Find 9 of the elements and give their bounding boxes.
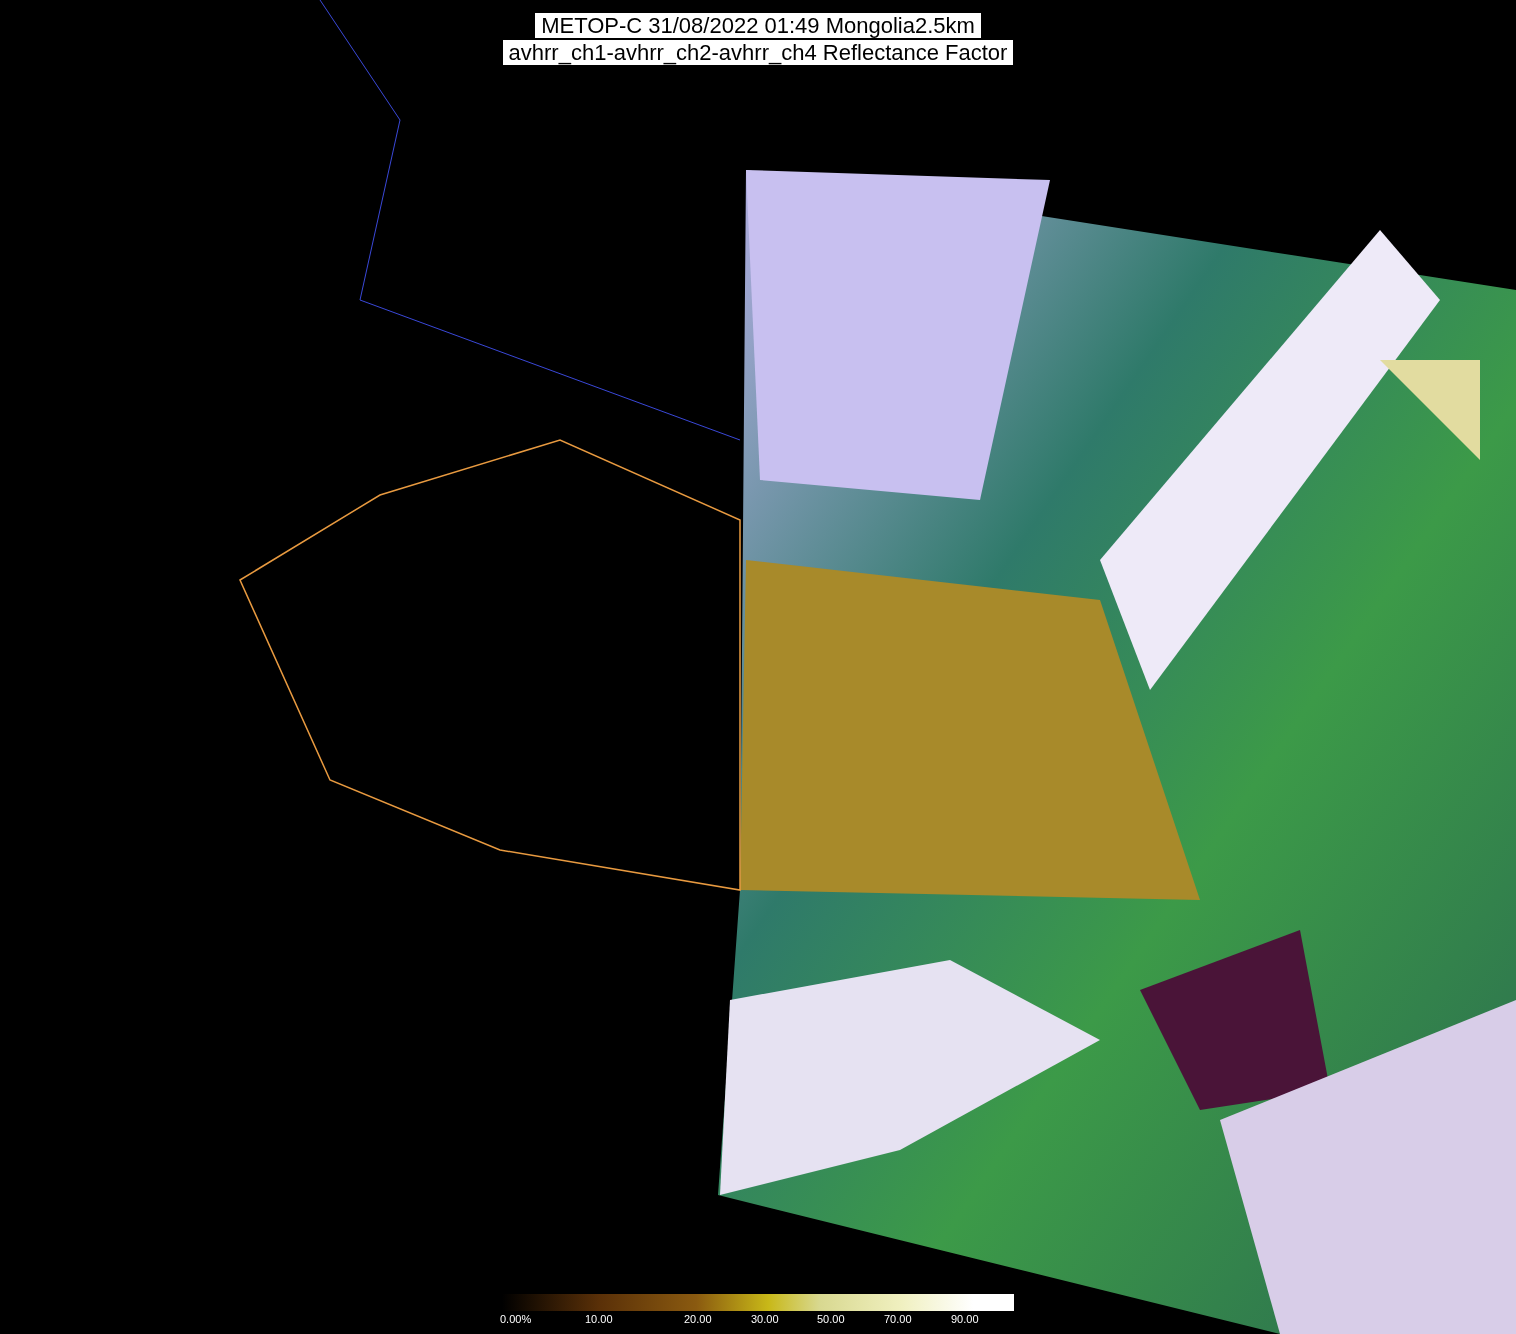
map-title: avhrr_ch1-avhrr_ch2-avhrr_ch4 Reflectance Factor — [502, 40, 1014, 65]
colorbar-label: 20.00 — [684, 1312, 712, 1326]
colorbar-label: 0.00% — [500, 1312, 532, 1326]
colorbar-label: 10.00 — [585, 1312, 613, 1326]
colorbar-label: 30.00 — [751, 1312, 779, 1326]
colorbar-label: 90.00 — [951, 1312, 979, 1326]
colorbar-label: 70.00 — [884, 1312, 912, 1326]
map-title: METOP-C 31/08/2022 01:49 Mongolia2.5km — [535, 13, 981, 38]
colorbar-label: 50.00 — [817, 1312, 845, 1326]
